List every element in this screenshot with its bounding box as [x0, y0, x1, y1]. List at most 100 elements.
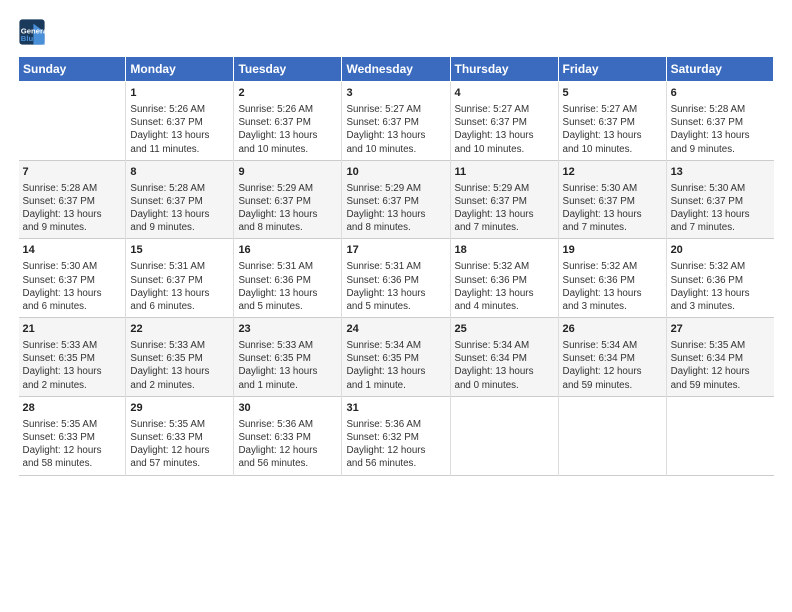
calendar-cell — [450, 396, 558, 475]
cell-info: and 56 minutes. — [238, 457, 337, 470]
cell-info: Sunrise: 5:30 AM — [23, 260, 122, 273]
calendar-cell — [558, 396, 666, 475]
cell-info: and 8 minutes. — [238, 221, 337, 234]
cell-info: Daylight: 13 hours — [23, 287, 122, 300]
cell-info: and 11 minutes. — [130, 143, 229, 156]
cell-info: Daylight: 13 hours — [130, 365, 229, 378]
calendar-cell: 18Sunrise: 5:32 AMSunset: 6:36 PMDayligh… — [450, 239, 558, 318]
cell-info: Sunrise: 5:35 AM — [671, 339, 770, 352]
day-number: 1 — [130, 86, 229, 101]
cell-info: Sunrise: 5:32 AM — [455, 260, 554, 273]
cell-info: Sunset: 6:37 PM — [671, 116, 770, 129]
cell-info: and 58 minutes. — [23, 457, 122, 470]
cell-info: Sunset: 6:33 PM — [238, 431, 337, 444]
day-number: 21 — [23, 322, 122, 337]
cell-info: Sunrise: 5:26 AM — [238, 103, 337, 116]
calendar-cell: 24Sunrise: 5:34 AMSunset: 6:35 PMDayligh… — [342, 318, 450, 397]
cell-info: Daylight: 13 hours — [563, 287, 662, 300]
day-number: 15 — [130, 243, 229, 258]
cell-info: Sunset: 6:36 PM — [238, 274, 337, 287]
cell-info: Daylight: 13 hours — [346, 287, 445, 300]
day-number: 7 — [23, 165, 122, 180]
calendar-cell: 11Sunrise: 5:29 AMSunset: 6:37 PMDayligh… — [450, 160, 558, 239]
cell-info: Sunrise: 5:32 AM — [563, 260, 662, 273]
week-row: 7Sunrise: 5:28 AMSunset: 6:37 PMDaylight… — [19, 160, 774, 239]
cell-info: Sunset: 6:37 PM — [130, 274, 229, 287]
cell-info: and 7 minutes. — [455, 221, 554, 234]
cell-info: Sunrise: 5:27 AM — [563, 103, 662, 116]
cell-info: Daylight: 12 hours — [563, 365, 662, 378]
calendar-cell: 20Sunrise: 5:32 AMSunset: 6:36 PMDayligh… — [666, 239, 773, 318]
day-number: 28 — [23, 401, 122, 416]
cell-info: Daylight: 13 hours — [130, 287, 229, 300]
cell-info: Sunset: 6:37 PM — [130, 195, 229, 208]
cell-info: Sunset: 6:34 PM — [671, 352, 770, 365]
cell-info: Daylight: 13 hours — [455, 208, 554, 221]
cell-info: Sunrise: 5:30 AM — [671, 182, 770, 195]
cell-info: Daylight: 13 hours — [563, 129, 662, 142]
cell-info: and 6 minutes. — [130, 300, 229, 313]
day-number: 9 — [238, 165, 337, 180]
cell-info: Daylight: 13 hours — [130, 129, 229, 142]
day-number: 26 — [563, 322, 662, 337]
cell-info: Sunrise: 5:34 AM — [346, 339, 445, 352]
header-row: SundayMondayTuesdayWednesdayThursdayFrid… — [19, 57, 774, 82]
calendar-cell: 19Sunrise: 5:32 AMSunset: 6:36 PMDayligh… — [558, 239, 666, 318]
calendar-cell: 8Sunrise: 5:28 AMSunset: 6:37 PMDaylight… — [126, 160, 234, 239]
cell-info: and 1 minute. — [238, 379, 337, 392]
cell-info: Daylight: 12 hours — [346, 444, 445, 457]
col-header-monday: Monday — [126, 57, 234, 82]
cell-info: Daylight: 13 hours — [23, 365, 122, 378]
calendar-cell: 23Sunrise: 5:33 AMSunset: 6:35 PMDayligh… — [234, 318, 342, 397]
week-row: 21Sunrise: 5:33 AMSunset: 6:35 PMDayligh… — [19, 318, 774, 397]
cell-info: and 9 minutes. — [23, 221, 122, 234]
calendar-cell: 12Sunrise: 5:30 AMSunset: 6:37 PMDayligh… — [558, 160, 666, 239]
cell-info: Sunrise: 5:31 AM — [130, 260, 229, 273]
calendar-cell: 17Sunrise: 5:31 AMSunset: 6:36 PMDayligh… — [342, 239, 450, 318]
cell-info: Daylight: 12 hours — [671, 365, 770, 378]
calendar-cell: 10Sunrise: 5:29 AMSunset: 6:37 PMDayligh… — [342, 160, 450, 239]
cell-info: Sunrise: 5:31 AM — [346, 260, 445, 273]
cell-info: Sunrise: 5:33 AM — [23, 339, 122, 352]
calendar-cell: 1Sunrise: 5:26 AMSunset: 6:37 PMDaylight… — [126, 82, 234, 161]
day-number: 19 — [563, 243, 662, 258]
calendar-cell — [19, 82, 126, 161]
cell-info: Sunrise: 5:31 AM — [238, 260, 337, 273]
cell-info: Daylight: 13 hours — [455, 129, 554, 142]
day-number: 4 — [455, 86, 554, 101]
cell-info: Sunset: 6:32 PM — [346, 431, 445, 444]
cell-info: Sunset: 6:33 PM — [23, 431, 122, 444]
page: General Blue SundayMondayTuesdayWednesda… — [0, 0, 792, 486]
cell-info: and 56 minutes. — [346, 457, 445, 470]
week-row: 14Sunrise: 5:30 AMSunset: 6:37 PMDayligh… — [19, 239, 774, 318]
col-header-saturday: Saturday — [666, 57, 773, 82]
cell-info: and 8 minutes. — [346, 221, 445, 234]
cell-info: Sunset: 6:37 PM — [563, 116, 662, 129]
day-number: 6 — [671, 86, 770, 101]
day-number: 8 — [130, 165, 229, 180]
calendar-cell: 30Sunrise: 5:36 AMSunset: 6:33 PMDayligh… — [234, 396, 342, 475]
cell-info: Daylight: 13 hours — [346, 208, 445, 221]
calendar-cell: 21Sunrise: 5:33 AMSunset: 6:35 PMDayligh… — [19, 318, 126, 397]
cell-info: Sunset: 6:37 PM — [238, 195, 337, 208]
cell-info: Daylight: 13 hours — [346, 365, 445, 378]
cell-info: Daylight: 13 hours — [238, 129, 337, 142]
cell-info: Daylight: 13 hours — [238, 287, 337, 300]
cell-info: and 10 minutes. — [346, 143, 445, 156]
cell-info: and 2 minutes. — [130, 379, 229, 392]
day-number: 11 — [455, 165, 554, 180]
table-header: SundayMondayTuesdayWednesdayThursdayFrid… — [19, 57, 774, 82]
day-number: 27 — [671, 322, 770, 337]
logo-icon: General Blue — [18, 18, 46, 46]
cell-info: Sunrise: 5:27 AM — [455, 103, 554, 116]
calendar-cell: 3Sunrise: 5:27 AMSunset: 6:37 PMDaylight… — [342, 82, 450, 161]
day-number: 24 — [346, 322, 445, 337]
day-number: 3 — [346, 86, 445, 101]
calendar-cell: 5Sunrise: 5:27 AMSunset: 6:37 PMDaylight… — [558, 82, 666, 161]
cell-info: Sunrise: 5:33 AM — [130, 339, 229, 352]
cell-info: and 59 minutes. — [563, 379, 662, 392]
calendar-cell: 29Sunrise: 5:35 AMSunset: 6:33 PMDayligh… — [126, 396, 234, 475]
cell-info: Sunset: 6:37 PM — [23, 195, 122, 208]
cell-info: and 0 minutes. — [455, 379, 554, 392]
cell-info: Sunrise: 5:28 AM — [130, 182, 229, 195]
